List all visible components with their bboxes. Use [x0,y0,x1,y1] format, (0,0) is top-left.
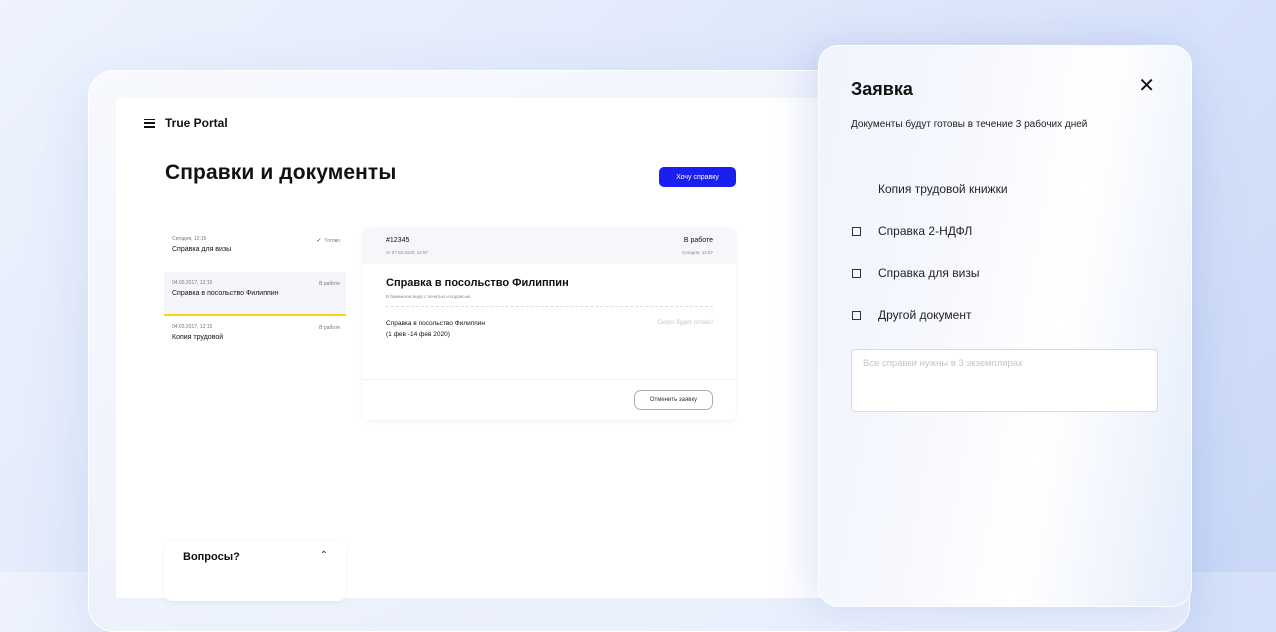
list-item-date: 04.03.2017, 12:15 [172,280,213,286]
list-item-date: 04.03.2017, 12:15 [172,324,213,330]
list-item[interactable]: 04.03.2017, 12:15 В работе Справка в пос… [164,272,346,316]
cancel-request-button[interactable]: Отменить заявку [634,390,713,410]
close-icon[interactable]: ✕ [1138,76,1155,96]
list-item-status: ✓ Готово [316,238,340,244]
page-title: Справки и документы [165,161,397,184]
detail-ready-hint: Скоро будет готово! [657,320,713,326]
option-label: Справка 2-НДФЛ [878,224,973,238]
list-item[interactable]: Сегодня, 12:15 ✓ Готово Справка для визы [164,228,346,272]
request-status: В работе [683,237,713,244]
list-item-status: В работе [319,281,340,287]
menu-icon[interactable] [144,118,155,128]
comment-input[interactable] [851,349,1158,412]
option-other-document[interactable]: Другой документ [852,308,971,322]
option-checkbox[interactable] [852,268,861,278]
option-label: Копия трудовой книжки [878,182,1008,196]
list-item-name: Справка для визы [172,246,232,253]
brand-name: True Portal [165,116,228,130]
option-checkbox[interactable] [852,310,861,320]
detail-header: #12345 от 07.03.2020, 12:57 В работе Сег… [363,228,736,264]
top-bar: True Portal [144,116,228,130]
list-item-name: Копия трудовой [172,334,224,341]
panel-title: Заявка [851,79,913,99]
request-number: #12345 [386,237,410,244]
questions-label: Вопросы? [183,551,240,563]
option-checkbox[interactable] [852,185,861,194]
request-list: Сегодня, 12:15 ✓ Готово Справка для визы … [164,228,346,360]
list-item-name: Справка в посольство Филиппин [172,290,279,297]
check-icon: ✓ [316,238,322,244]
portal-screen: True Portal Справки и документы Хочу спр… [116,98,876,601]
list-item-date: Сегодня, 12:15 [172,236,207,242]
list-item-status: В работе [319,325,340,331]
option-2ndfl[interactable]: Справка 2-НДФЛ [852,224,972,238]
list-item[interactable]: 04.03.2017, 12:15 В работе Копия трудово… [164,316,346,360]
option-visa-certificate[interactable]: Справка для визы [852,266,979,280]
detail-document-name: Справка в посольство Филиппин [386,320,485,327]
questions-card[interactable]: Вопросы? ⌃ [164,541,346,601]
detail-subtitle: В бумажном виде с печатью и подписью [386,294,471,299]
panel-subtitle: Документы будут готовы в течение 3 рабоч… [851,119,1088,130]
option-label: Другой документ [878,308,972,322]
option-checkbox[interactable] [852,226,861,236]
detail-title: Справка в посольство Филиппин [386,277,569,289]
request-status-date: Сегодня, 12:57 [681,250,713,255]
request-created-date: от 07.03.2020, 12:57 [386,250,428,255]
dashed-divider [386,306,713,307]
option-label: Справка для визы [878,266,980,280]
request-panel: Заявка ✕ Документы будут готовы в течени… [818,45,1192,607]
chevron-up-icon[interactable]: ⌃ [320,550,328,561]
detail-divider [363,379,736,380]
request-detail-card: #12345 от 07.03.2020, 12:57 В работе Сег… [363,228,736,420]
option-labor-book-copy[interactable]: Копия трудовой книжки [852,182,1008,196]
want-certificate-button[interactable]: Хочу справку [659,167,736,187]
detail-document-period: (1 фев -14 фев 2020) [386,331,450,338]
